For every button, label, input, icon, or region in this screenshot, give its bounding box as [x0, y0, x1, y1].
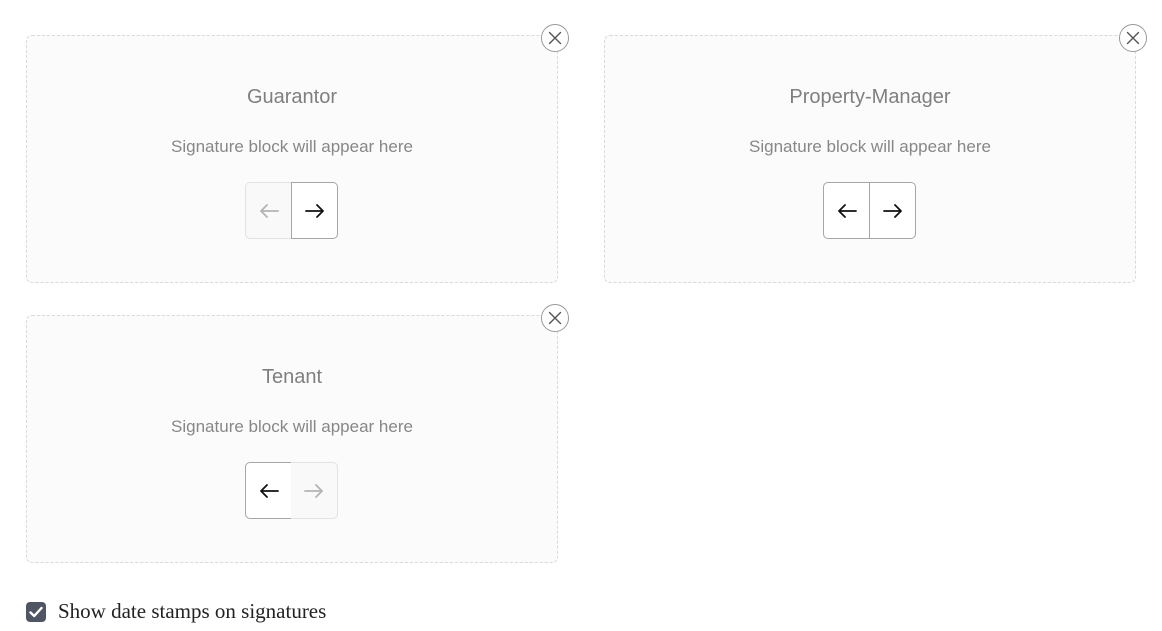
signature-block-tenant: Tenant Signature block will appear here: [26, 304, 569, 563]
reorder-controls: [823, 182, 918, 239]
reorder-controls: [245, 182, 340, 239]
arrow-right-icon: [882, 203, 902, 218]
signature-block-property-manager: Property-Manager Signature block will ap…: [604, 24, 1147, 283]
arrow-left-icon: [259, 483, 279, 498]
arrow-right-icon: [304, 483, 323, 498]
signature-placeholder: Signature block will appear here: [171, 137, 413, 156]
close-icon: [548, 311, 562, 325]
role-title: Property-Manager: [789, 86, 951, 108]
remove-block-button[interactable]: [541, 304, 569, 332]
role-title: Guarantor: [246, 86, 338, 108]
move-right-button[interactable]: [869, 182, 916, 239]
remove-block-button[interactable]: [541, 24, 569, 52]
reorder-controls: [245, 462, 340, 519]
arrow-left-icon: [260, 203, 279, 218]
arrow-right-icon: [304, 203, 324, 218]
date-stamp-option: Show date stamps on signatures: [26, 599, 326, 624]
arrow-left-icon: [837, 203, 857, 218]
move-left-button[interactable]: [823, 182, 870, 239]
role-title: Tenant: [261, 366, 323, 388]
move-right-button[interactable]: [291, 182, 338, 239]
remove-block-button[interactable]: [1119, 24, 1147, 52]
close-icon: [548, 31, 562, 45]
move-left-button[interactable]: [245, 182, 292, 239]
checkmark-icon: [29, 606, 43, 617]
move-right-button[interactable]: [291, 462, 338, 519]
date-stamp-label[interactable]: Show date stamps on signatures: [58, 599, 326, 624]
date-stamp-checkbox[interactable]: [26, 601, 46, 622]
close-icon: [1126, 31, 1140, 45]
signature-placeholder: Signature block will appear here: [749, 137, 991, 156]
signature-placeholder: Signature block will appear here: [171, 417, 413, 436]
move-left-button[interactable]: [245, 462, 292, 519]
signature-block-guarantor: Guarantor Signature block will appear he…: [26, 24, 569, 283]
